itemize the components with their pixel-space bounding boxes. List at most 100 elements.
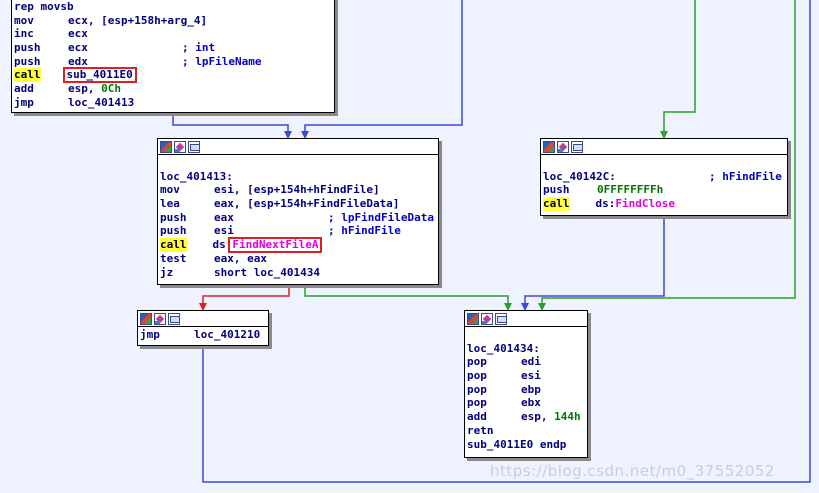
graph-overview-icon[interactable]	[160, 140, 172, 153]
instruction-operand: eax, [esp+154h+FindFileData]	[214, 197, 400, 211]
instruction-mnemonic: push	[14, 41, 41, 55]
node-color-icon[interactable]	[174, 140, 186, 153]
code-line[interactable]: add esp, 144h	[467, 410, 585, 424]
instruction-mnemonic: jmp	[140, 328, 160, 341]
edge-loc-40142c-to-loc-401434	[521, 215, 665, 311]
code-line[interactable]: sub_4011E0 endp	[467, 438, 585, 452]
graph-overview-icon[interactable]	[467, 312, 479, 325]
node-jmp-loc-401210[interactable]: jmp loc_401210	[137, 310, 269, 346]
code-line[interactable]: push ecx ; int	[14, 41, 332, 55]
instruction-mnemonic: inc	[14, 27, 34, 41]
numeric-constant: 0FFFFFFFFh	[597, 183, 664, 197]
instruction-mnemonic: lea	[160, 197, 180, 211]
rename-node-icon[interactable]	[168, 312, 180, 325]
node-header	[138, 311, 268, 327]
instruction-operand: esi, [esp+154h+hFindFile]	[214, 183, 380, 197]
watermark: https://blog.csdn.net/m0_37552052	[490, 462, 775, 480]
rename-node-icon[interactable]	[571, 140, 583, 153]
instruction-comment: ; hFindFile	[328, 224, 401, 238]
instruction-operand: ebp	[521, 382, 541, 396]
instruction-mnemonic: add	[14, 82, 34, 96]
node-header	[465, 311, 587, 327]
numeric-constant: 0Ch	[101, 82, 121, 96]
code-line[interactable]: pop esi	[467, 369, 585, 383]
instruction-operand: ds:	[595, 197, 616, 211]
code-line[interactable]: push eax ; lpFindFileData	[160, 211, 436, 225]
code-line[interactable]: mov ecx, [esp+158h+arg_4]	[14, 14, 332, 28]
code-line[interactable]	[160, 156, 436, 170]
node-sub-4011e0-block[interactable]: rep movsb mov ecx, [esp+158h+arg_4] inc ecx p…	[11, 0, 335, 113]
node-loc-401434[interactable]: loc_401434: pop edi pop esi pop ebp pop ebx add es…	[464, 310, 588, 458]
edge-jz-true-to-loc-401434	[304, 284, 512, 311]
code-line[interactable]: loc_401434:	[467, 342, 585, 356]
instruction-mnemonic: loc_401434:	[467, 341, 540, 355]
instruction-mnemonic: loc_40142C:	[543, 169, 616, 183]
instruction-mnemonic: mov	[14, 13, 34, 27]
instruction-mnemonic: call	[14, 68, 41, 83]
instruction-mnemonic: pop	[467, 396, 487, 410]
code-line[interactable]: test eax, eax	[160, 252, 436, 266]
code-line[interactable]: push 0FFFFFFFFh	[543, 183, 785, 197]
code-line[interactable]: rep movsb	[14, 0, 332, 14]
graph-overview-icon[interactable]	[543, 140, 555, 153]
code-line[interactable]	[543, 156, 785, 170]
node-header	[158, 139, 438, 155]
instruction-comment: ; lpFindFileData	[328, 210, 434, 224]
code-line[interactable]: retn	[467, 424, 585, 438]
instruction-mnemonic: call	[160, 238, 187, 252]
code-line[interactable]: pop edi	[467, 355, 585, 369]
rename-node-icon[interactable]	[188, 140, 200, 153]
instruction-mnemonic: loc_401413:	[160, 169, 233, 183]
code-line[interactable]: push edx ; lpFileName	[14, 55, 332, 69]
node-loc-401413[interactable]: loc_401413: mov esi, [esp+154h+hFindFile] l…	[157, 138, 439, 285]
instruction-comment: ; int	[182, 41, 216, 55]
instruction-mnemonic: add	[467, 410, 487, 424]
node-color-icon[interactable]	[557, 140, 569, 153]
highlight-box	[228, 237, 322, 254]
node-loc-40142c[interactable]: loc_40142C: ; hFindFile push 0FFFFFFFFh call…	[540, 138, 788, 216]
instruction-mnemonic: rep movsb	[14, 0, 74, 13]
code-line[interactable]: mov esi, [esp+154h+hFindFile]	[160, 183, 436, 197]
node-header	[541, 139, 787, 155]
graph-overview-icon[interactable]	[140, 312, 152, 325]
node-code: loc_401434: pop edi pop esi pop ebp pop ebx add es…	[465, 327, 587, 453]
instruction-mnemonic: jz	[160, 265, 174, 279]
instruction-mnemonic: pop	[467, 355, 487, 369]
instruction-operand: esi	[521, 369, 541, 383]
node-color-icon[interactable]	[154, 312, 166, 325]
code-line[interactable]: jz short loc_401434	[160, 266, 436, 280]
code-line[interactable]: jmp loc_401413	[14, 96, 332, 110]
instruction-mnemonic: test	[160, 251, 187, 265]
instruction-mnemonic: push	[160, 224, 187, 238]
code-line[interactable]	[467, 328, 585, 342]
code-line[interactable]: push esi ; hFindFile	[160, 224, 436, 238]
instruction-comment: ; hFindFile	[709, 169, 782, 183]
node-color-icon[interactable]	[481, 312, 493, 325]
numeric-constant: 144h	[554, 410, 581, 424]
code-line[interactable]: inc ecx	[14, 27, 332, 41]
instruction-mnemonic: jmp	[14, 95, 34, 109]
code-line[interactable]: call ds:FindClose	[543, 197, 785, 211]
instruction-mnemonic: push	[543, 183, 570, 197]
code-line[interactable]: add esp, 0Ch	[14, 82, 332, 96]
instruction-operand: edx	[68, 54, 88, 68]
code-line[interactable]: loc_40142C: ; hFindFile	[543, 170, 785, 184]
code-line[interactable]: pop ebp	[467, 383, 585, 397]
instruction-operand: ecx	[68, 27, 88, 41]
instruction-operand: esp,	[68, 82, 102, 96]
edge-node1-to-loc-401413	[172, 113, 292, 139]
code-line[interactable]: lea eax, [esp+154h+FindFileData]	[160, 197, 436, 211]
highlight-box	[63, 67, 137, 84]
instruction-operand: eax, eax	[214, 251, 267, 265]
instruction-mnemonic: pop	[467, 369, 487, 383]
instruction-operand: eax	[214, 210, 234, 224]
code-line[interactable]: loc_401413:	[160, 170, 436, 184]
code-line[interactable]: pop ebx	[467, 396, 585, 410]
instruction-operand: esp,	[521, 410, 555, 424]
instruction-operand: esi	[214, 224, 234, 238]
code-line[interactable]: jmp loc_401210	[140, 328, 266, 342]
code-line[interactable]: call sub_4011E0	[14, 67, 332, 84]
instruction-operand: edi	[521, 355, 541, 369]
rename-node-icon[interactable]	[495, 312, 507, 325]
code-line[interactable]: call ds:FindNextFileA	[160, 237, 436, 254]
